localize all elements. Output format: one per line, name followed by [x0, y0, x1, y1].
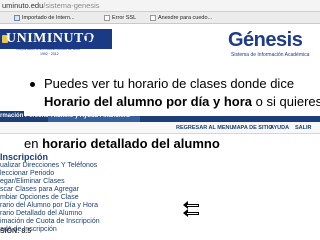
menu-item-cambiar-opciones[interactable]: mbiar Opciones de Clase [0, 194, 79, 201]
bookmark-label: Anexdre para cuedo... [158, 15, 213, 21]
bullet-line-1: Puedes ver tu horario de clases donde di… [44, 76, 295, 91]
page-icon [150, 15, 156, 21]
salir-link[interactable]: SALIR [295, 125, 312, 131]
arrow-left-icon [183, 201, 199, 209]
menu-item-cuota-inscripcion[interactable]: imación de Cuota de Inscripción [0, 218, 100, 225]
bullet-rest-text: o si quieres [252, 94, 320, 109]
menu-item-horario-detallado[interactable]: rario Detallado del Alumno [0, 210, 82, 217]
menu-item-agregar-eliminar[interactable]: egar/Eliminar Clases [0, 178, 65, 185]
bookmark-item[interactable]: Importado de Intern... [14, 14, 75, 22]
caption-bold: horario detallado del alumno [42, 136, 220, 151]
bullet-bold-text: Horario del alumno por día y hora [44, 94, 253, 109]
arrow-left-icon [183, 209, 199, 217]
sub-navbar: REGRESAR AL MENU MAPA DE SITIO AYUDA SAL… [0, 122, 320, 134]
regresar-menu-link[interactable]: REGRESAR AL MENU [176, 125, 233, 131]
genesis-subtitle: Sistema de Información Académica [231, 52, 310, 58]
bookmark-item[interactable]: Error SSL [104, 14, 136, 22]
menu-item-horario-dia-hora[interactable]: rario del Alumno por Día y Hora [0, 202, 98, 209]
url-path: /sistema-genesis [43, 1, 100, 10]
ayuda-link[interactable]: AYUDA [270, 125, 289, 131]
menu-item-direcciones[interactable]: ualizar Direcciones Y Teléfonos [0, 162, 97, 169]
caption-text: en horario detallado del alumno [24, 136, 220, 151]
anniversary-number: 20 [80, 29, 102, 54]
section-title: Inscripción [0, 152, 49, 162]
bullet-line-2: Horario del alumno por día y hora o si q… [44, 94, 320, 109]
bookmark-label: Error SSL [112, 15, 137, 21]
site-banner: UNIMINUTO Corporación Universitaria Minu… [0, 25, 320, 73]
bookmark-item[interactable]: Anexdre para cuedo... [150, 14, 212, 22]
mapa-sitio-link[interactable]: MAPA DE SITIO [232, 125, 273, 131]
bookmark-label: Importado de Intern... [22, 15, 75, 21]
menu-item-buscar-clases[interactable]: scar Clases para Agregar [0, 186, 79, 193]
browser-url-bar[interactable]: uminuto.edu/sistema-genesis [0, 0, 320, 12]
url-text[interactable]: uminuto.edu/sistema-genesis [2, 1, 100, 10]
caption-prefix: en [24, 136, 43, 151]
anniversary-years: 1992 · 2012 [40, 52, 59, 56]
slide-caption: en horario detallado del alumno [24, 135, 220, 153]
version-label: SIÓN: 8.5 [0, 228, 32, 235]
genesis-title: Génesis [228, 29, 303, 51]
bullet-dot-icon [30, 82, 35, 87]
university-subtitle: Corporación Universitaria Minuto de Dios [16, 47, 80, 51]
bookmarks-bar: Importado de Intern... Error SSL Anexdre… [0, 12, 320, 24]
page-icon [104, 15, 110, 21]
folder-icon [14, 15, 20, 21]
menu-item-periodo[interactable]: leccionar Periodo [0, 170, 54, 177]
slide-bullet: Puedes ver tu horario de clases donde di… [24, 72, 320, 116]
url-host: uminuto.edu [2, 1, 44, 10]
